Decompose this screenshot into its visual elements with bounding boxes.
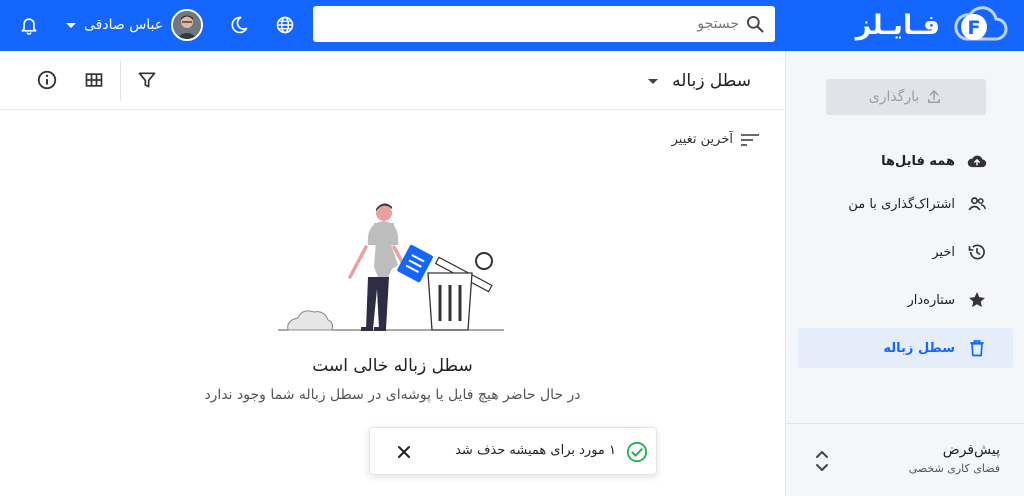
- grid-icon: [85, 73, 103, 87]
- chevron-up-down-icon: [816, 451, 828, 471]
- sidebar-item-starred[interactable]: ستاره‌دار: [798, 280, 1013, 320]
- moon-icon: [231, 16, 248, 34]
- sidebar-item-label: اشتراک‌گذاری با من: [848, 196, 955, 212]
- empty-trash-illustration: [278, 203, 504, 331]
- workspace-subtitle: فضای کاری شخصی: [908, 462, 1000, 475]
- chevron-down-icon: [648, 78, 659, 84]
- chevron-down-icon: [66, 22, 76, 28]
- language-button[interactable]: [273, 13, 297, 37]
- upload-icon: [928, 90, 941, 103]
- check-circle-icon: [626, 441, 648, 463]
- header-divider: [120, 61, 121, 101]
- workspace-title: پیش‌فرض: [942, 442, 1000, 458]
- search-icon[interactable]: [745, 14, 765, 34]
- app-logo[interactable]: فـایـلز F: [856, 4, 1008, 46]
- sidebar-item-label: ستاره‌دار: [907, 292, 955, 308]
- page-title: سطل زباله: [672, 71, 751, 91]
- sort-label: آخرین تغییر: [671, 132, 733, 147]
- empty-state-subtitle: در حال حاضر هیچ فایل یا پوشه‌ای در سطل ز…: [204, 387, 581, 403]
- sidebar-item-label: اخیر: [932, 244, 955, 260]
- sidebar-item-label: سطل زباله: [883, 340, 955, 356]
- cloud-upload-icon: [967, 151, 987, 171]
- grid-view-button[interactable]: [82, 68, 106, 92]
- user-name: عباس صادقی: [84, 17, 164, 33]
- filter-icon: [138, 72, 156, 88]
- empty-state-title: سطل زباله خالی است: [312, 356, 473, 376]
- sidebar: بارگذاری همه فایل‌ها اشتراک‌گذاری با من: [785, 51, 1024, 496]
- bell-icon: [21, 18, 37, 35]
- sidebar-item-shared[interactable]: اشتراک‌گذاری با من: [798, 184, 1013, 224]
- trash-icon: [967, 338, 987, 358]
- logo-icon: F: [954, 6, 1008, 41]
- notifications-button[interactable]: [17, 13, 41, 37]
- avatar: [171, 9, 204, 41]
- content-header: سطل زباله: [0, 51, 785, 110]
- globe-icon: [276, 16, 294, 34]
- sidebar-item-trash[interactable]: سطل زباله: [798, 328, 1013, 368]
- top-bar: فـایـلز F عباس صادقی: [0, 0, 1024, 51]
- close-icon[interactable]: [396, 444, 412, 460]
- sidebar-item-label: همه فایل‌ها: [881, 153, 955, 169]
- search-input[interactable]: [329, 6, 739, 42]
- history-icon: [967, 242, 987, 262]
- sort-dropdown[interactable]: آخرین تغییر: [672, 132, 759, 147]
- theme-toggle[interactable]: [227, 13, 251, 37]
- star-icon: [967, 290, 987, 310]
- sidebar-item-recent[interactable]: اخیر: [798, 232, 1013, 272]
- toast-message: ۱ مورد برای همیشه حذف شد: [455, 443, 616, 458]
- search-box[interactable]: [313, 6, 775, 42]
- toast-notification: ۱ مورد برای همیشه حذف شد: [369, 427, 657, 475]
- user-menu[interactable]: عباس صادقی: [60, 7, 204, 43]
- people-icon: [967, 194, 987, 214]
- info-icon: [37, 70, 57, 90]
- sidebar-item-all-files[interactable]: همه فایل‌ها: [798, 141, 1013, 181]
- upload-button[interactable]: بارگذاری: [826, 79, 986, 115]
- svg-text:F: F: [968, 17, 981, 39]
- filter-button[interactable]: [135, 68, 159, 92]
- workspace-switcher[interactable]: پیش‌فرض فضای کاری شخصی: [786, 424, 1024, 496]
- brand-name: فـایـلز: [855, 9, 940, 41]
- upload-label: بارگذاری: [868, 89, 920, 105]
- sort-icon: [741, 133, 759, 146]
- page-title-dropdown[interactable]: سطل زباله: [648, 67, 751, 95]
- info-button[interactable]: [35, 68, 59, 92]
